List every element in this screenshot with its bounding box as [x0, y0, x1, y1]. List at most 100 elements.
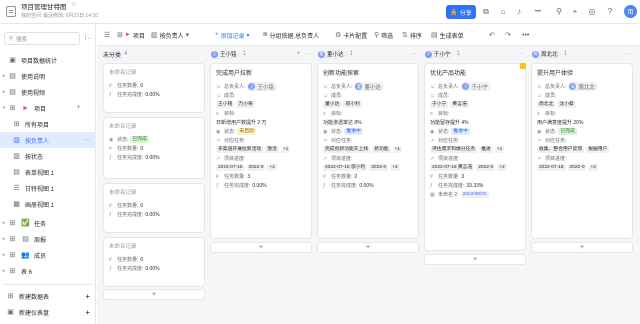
lock-icon: 🔒	[450, 9, 458, 16]
document-title[interactable]: 项目管理甘特图	[21, 4, 67, 12]
avatar: 于	[425, 50, 432, 58]
more-icon[interactable]: ···	[84, 137, 90, 143]
sort-button[interactable]: ⇅ 排序	[402, 29, 422, 41]
expand-icon[interactable]: ▸	[0, 89, 8, 95]
sidebar-item-tasks[interactable]: ▸ ⊞ ✅ 任务	[0, 215, 96, 231]
expand-icon[interactable]: ▸	[0, 252, 8, 258]
column-owner-tag: 董董小达	[317, 49, 347, 59]
collapse-sidebar-icon[interactable]: |←	[85, 35, 93, 41]
person-icon: ☺	[323, 92, 329, 99]
record-card[interactable]: 提升用户体验 ☺ 总负责人: 周周北北 ☺ 成员: 周北北 沈小蔡 ≡ 目标: 用户满意度…	[531, 63, 633, 239]
table-selector[interactable]: ⊞ ► 项目	[117, 29, 145, 41]
undo-icon[interactable]: ↶	[489, 29, 495, 41]
sidebar-item-instructions[interactable]: ▸ ▤ 使用说明	[0, 68, 96, 84]
more-icon[interactable]: ···	[518, 51, 524, 57]
new-table-button[interactable]: ⊞ 新建数据表 +	[0, 288, 96, 304]
add-view-icon[interactable]: +	[76, 105, 80, 111]
more-icon[interactable]: •••	[533, 7, 543, 17]
card-config-button[interactable]: ⚙ 卡片配置	[335, 29, 367, 41]
expand-icon[interactable]: ▸	[0, 73, 8, 79]
new-dashboard-button[interactable]: ▣ 新建仪表盘 +	[0, 304, 96, 320]
add-icon[interactable]: +	[570, 7, 580, 17]
doc-icon: ▤	[9, 88, 16, 96]
search-icon[interactable]: ⚲	[554, 7, 564, 17]
status-icon: ◉	[216, 128, 221, 135]
generate-form-button[interactable]: ▤ 生成表单	[431, 29, 464, 41]
bell-icon[interactable]: ♪	[514, 7, 524, 17]
plus-icon: +	[215, 32, 219, 38]
last-modified: 最近修改: 9月23日 14:10	[43, 12, 99, 19]
sidebar-item-by-owner[interactable]: ▥ 按负责人 ···	[0, 132, 96, 148]
record-card[interactable]: 未命名记录 # 任务数量: 0 ƒ 任务完成度: 0.00%	[103, 63, 205, 113]
add-dashboard-icon[interactable]: +	[85, 308, 90, 317]
number-icon: #	[216, 173, 219, 180]
toggle-sidebar-icon[interactable]: ☰	[104, 29, 110, 41]
settings-icon: ⚙	[335, 32, 342, 39]
person-icon: ☺	[216, 83, 222, 90]
form-icon: ▤	[431, 32, 438, 39]
add-record-button[interactable]: + 添加记录 ▾	[215, 29, 250, 41]
record-card[interactable]: 创新功能探索 ☺ 总负责人: 董董小达 ☺ 成员: 董小达 邬小利 ≡ 目标: 功能渗透率…	[317, 63, 419, 239]
record-card[interactable]: 完成用户拉新 ☺ 总负责人: 王王小铭 ☺ 成员: 王小铭 万小奇 ≡ 目标: 日新增用户…	[210, 63, 312, 239]
expand-icon[interactable]: ▸	[0, 236, 8, 242]
more-icon[interactable]: •••	[522, 29, 529, 41]
sidebar-item-all-projects[interactable]: ⊞ 所有项目	[0, 116, 96, 132]
number-icon: #	[109, 82, 112, 89]
help-icon[interactable]: ?	[605, 7, 615, 17]
sidebar-item-dashboard[interactable]: ▣ 项目数据统计	[0, 52, 96, 68]
person-icon: ☺	[430, 92, 436, 99]
add-card-button[interactable]: +	[210, 242, 312, 253]
group-by-button[interactable]: ⧈ 分组依据 总负责人	[263, 29, 319, 41]
filter-button[interactable]: ⚲ 筛选	[374, 29, 393, 41]
doc-icon: ▤	[9, 72, 16, 80]
status-icon: ◉	[537, 128, 542, 135]
share-button[interactable]: 🔒 分享	[446, 5, 476, 19]
expand-icon[interactable]: ▸	[0, 220, 8, 226]
record-card[interactable]: 未命名记录 # 任务数量: 0 ƒ 任务完成度: 0.00%	[103, 183, 205, 233]
view-selector[interactable]: ▥ 按负责人 ▾	[151, 29, 189, 41]
person-icon: ☺	[537, 92, 543, 99]
column-owner-tag: 于于小宁	[424, 49, 454, 59]
chevron-down-icon: ▾	[185, 32, 190, 39]
more-icon[interactable]: ···	[411, 51, 417, 57]
search-input[interactable]: ⚲ 搜索	[4, 32, 80, 45]
add-card-button[interactable]: +	[424, 254, 526, 265]
sidebar-item-gallery-view[interactable]: ▦ 画册视图 1	[0, 196, 96, 212]
sidebar-item-table6[interactable]: ▸ ⊞ 表 6	[0, 263, 96, 279]
sidebar-item-members[interactable]: ▸ ⊞ 👥 成员	[0, 247, 96, 263]
sidebar-item-video[interactable]: ▸ ▤ 使用视频	[0, 84, 96, 100]
expand-icon[interactable]: ▸	[0, 268, 8, 274]
location-icon[interactable]: ◎	[587, 7, 597, 17]
search-icon: ⚲	[9, 35, 14, 42]
formula-icon: ƒ	[216, 182, 219, 189]
filter-icon: ⚲	[374, 32, 380, 39]
record-card[interactable]: 优化产品功能 ☺ 总负责人: 于于小宁 ☺ 成员: 于小宁 黄言浩 ≡ 目标: 功能留存提…	[424, 63, 526, 251]
record-card[interactable]: 未命名记录 ◉ 状态: 已完成 # 任务数量: 0 ƒ 任务完成度: 0.00%	[103, 117, 205, 179]
more-icon[interactable]: ···	[304, 51, 310, 57]
kanban-icon: ▥	[151, 32, 158, 39]
sidebar-item-report[interactable]: ▸ ⊞ ▤ 周报	[0, 231, 96, 247]
grid-icon: ⊞	[117, 32, 123, 39]
notifications-icon[interactable]: ⌂	[498, 7, 508, 17]
add-table-icon[interactable]: +	[85, 292, 90, 301]
document-location[interactable]: 我的空间	[21, 12, 41, 20]
add-card-button[interactable]: +	[317, 242, 419, 253]
redo-icon[interactable]: ↷	[505, 29, 511, 41]
sidebar-item-gantt-view[interactable]: ☰ 甘特视图 1	[0, 180, 96, 196]
more-icon[interactable]: ···	[625, 51, 631, 57]
star-icon[interactable]: ☆	[71, 1, 77, 9]
add-card-button[interactable]: +	[531, 242, 633, 253]
link-icon: ↗	[323, 155, 328, 162]
collaborators-icon[interactable]: ⧉	[481, 7, 491, 17]
sidebar-item-by-status[interactable]: ▥ 按状态	[0, 148, 96, 164]
add-icon[interactable]: +	[296, 51, 300, 57]
add-card-button[interactable]: +	[103, 289, 205, 300]
sidebar-item-form-view[interactable]: ▤ 表单视图 1	[0, 164, 96, 180]
status-badge: 已完成	[558, 128, 577, 135]
warning-icon	[520, 63, 526, 69]
record-card[interactable]: 未命名记录 # 任务数量: 0 ƒ 任务完成度: 0.00%	[103, 237, 205, 287]
sidebar-item-project[interactable]: ▾ ⊞ ► 项目 +	[0, 100, 96, 116]
formula-icon: ƒ	[109, 154, 112, 161]
user-avatar[interactable]: 用	[624, 5, 637, 18]
collapse-icon[interactable]: ▾	[0, 105, 8, 111]
